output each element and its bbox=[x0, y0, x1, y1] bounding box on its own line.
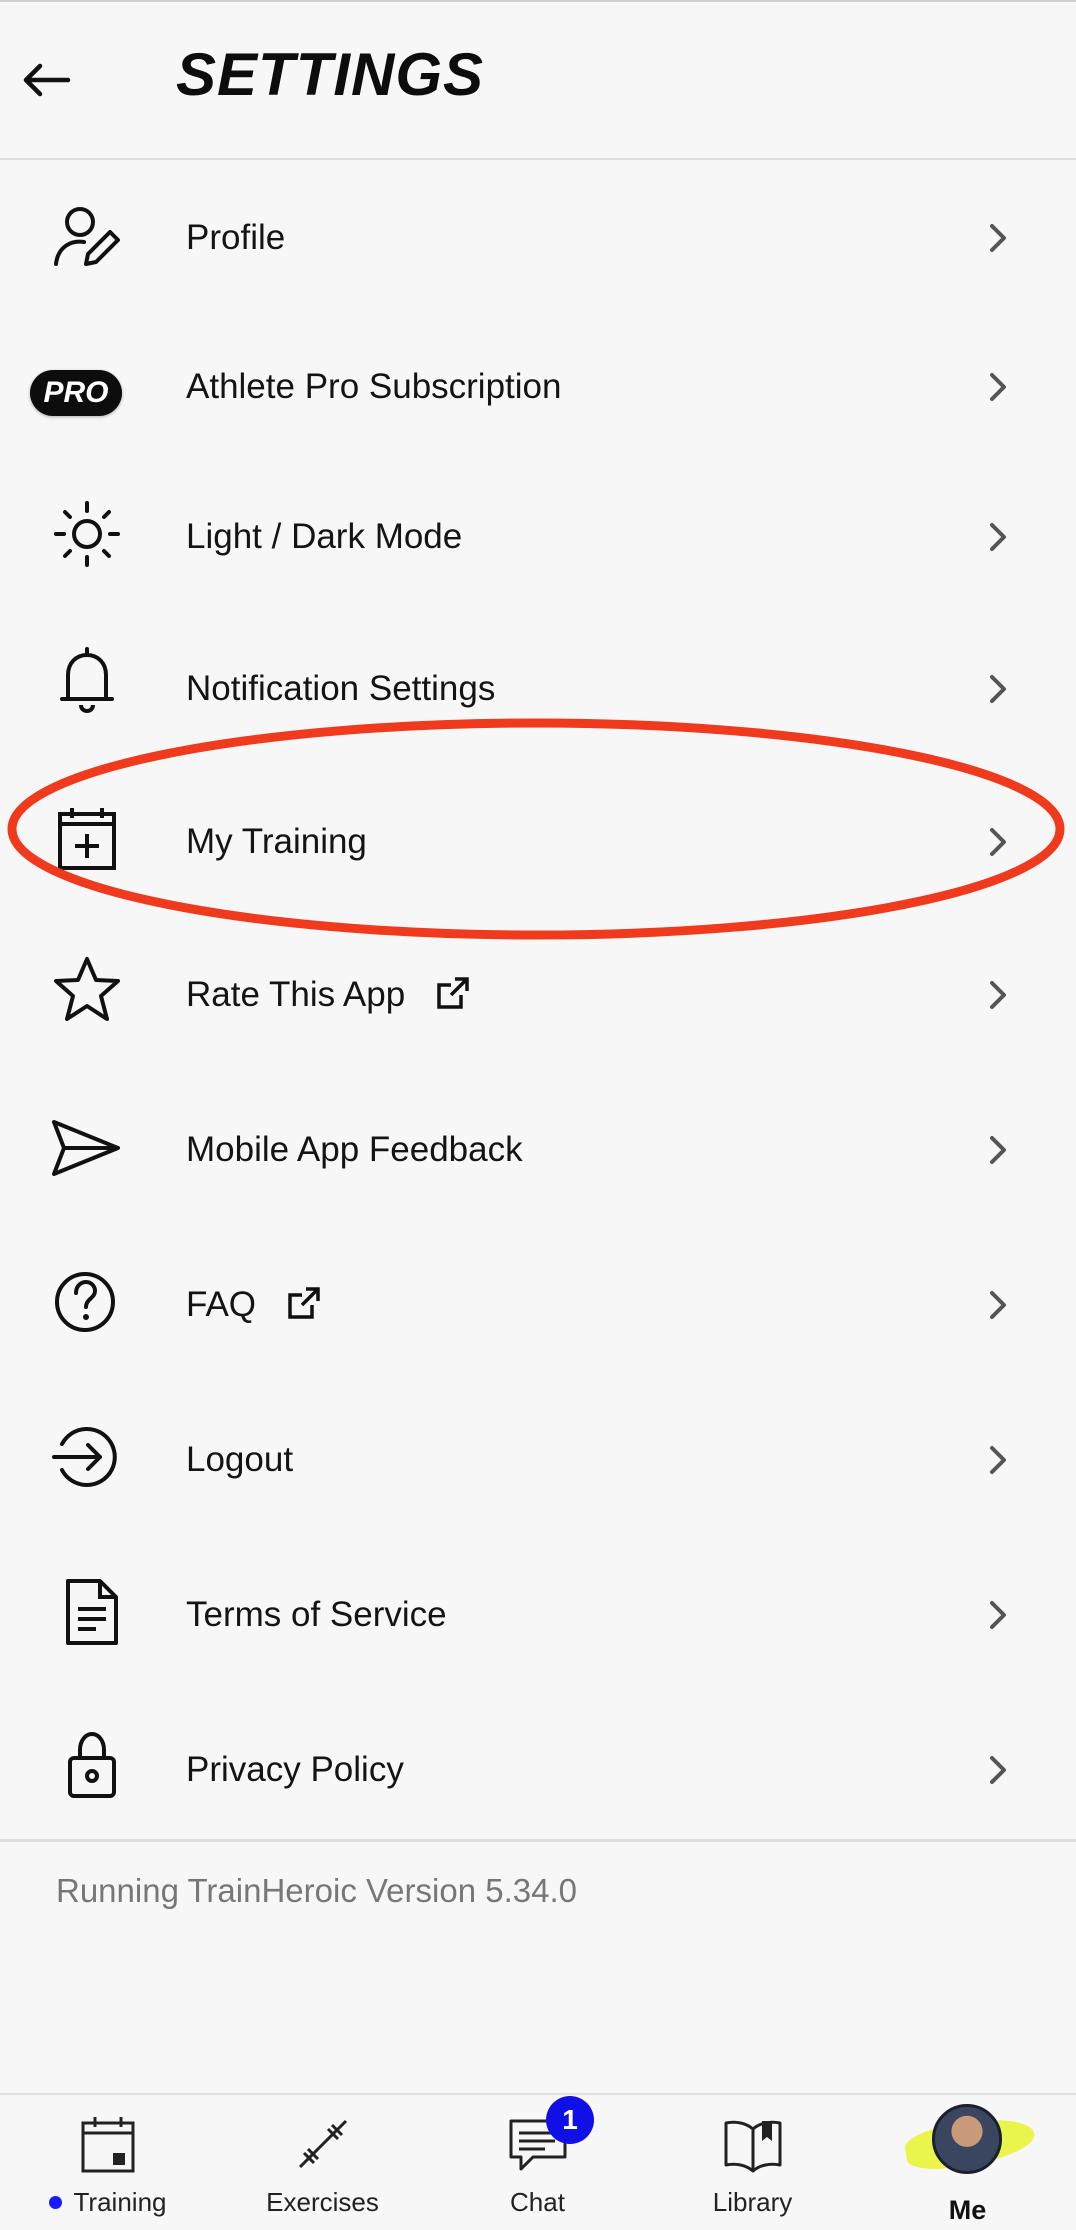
nav-label: Exercises bbox=[266, 2187, 379, 2217]
chevron-right-icon bbox=[990, 675, 1006, 703]
menu-item-label: Privacy Policy bbox=[186, 1750, 404, 1789]
nav-tab-exercises[interactable]: Exercises bbox=[215, 2095, 430, 2230]
menu-item-terms-of-service[interactable]: Terms of Service bbox=[0, 1537, 1076, 1692]
menu-item-my-training[interactable]: My Training bbox=[0, 762, 1076, 917]
nav-label: Me bbox=[948, 2195, 987, 2225]
barbell-icon bbox=[298, 2119, 347, 2169]
logout-icon bbox=[50, 1420, 124, 1494]
menu-item-faq[interactable]: FAQ bbox=[0, 1227, 1076, 1382]
sun-icon bbox=[50, 497, 124, 571]
chevron-right-icon bbox=[990, 1291, 1006, 1319]
divider bbox=[0, 1839, 1076, 1842]
book-icon bbox=[724, 2120, 781, 2173]
menu-item-label: FAQ bbox=[186, 1285, 257, 1324]
avatar-image bbox=[932, 2104, 1002, 2174]
back-button[interactable] bbox=[18, 52, 88, 112]
calendar-add-icon bbox=[54, 802, 128, 876]
menu-item-light-dark-mode[interactable]: Light / Dark Mode bbox=[0, 457, 1076, 607]
calendar-icon bbox=[81, 2117, 134, 2173]
menu-item-label: Logout bbox=[186, 1440, 294, 1479]
external-link-icon bbox=[288, 1287, 320, 1319]
menu-item-label: Rate This App bbox=[186, 975, 406, 1014]
menu-item-notification-settings[interactable]: Notification Settings bbox=[0, 607, 1076, 762]
nav-label: Chat bbox=[510, 2187, 565, 2217]
menu-item-label: My Training bbox=[186, 822, 367, 861]
chevron-right-icon bbox=[990, 1601, 1006, 1629]
nav-tab-library[interactable]: Library bbox=[645, 2095, 860, 2230]
chevron-right-icon bbox=[990, 981, 1006, 1009]
pro-badge-icon: PRO bbox=[30, 370, 122, 416]
bell-icon bbox=[50, 643, 124, 717]
avatar[interactable] bbox=[902, 2100, 1038, 2180]
menu-item-label: Terms of Service bbox=[186, 1595, 447, 1634]
menu-item-mobile-app-feedback[interactable]: Mobile App Feedback bbox=[0, 1072, 1076, 1227]
menu-item-label: Athlete Pro Subscription bbox=[186, 367, 562, 406]
arrow-left-icon bbox=[23, 63, 71, 97]
chevron-right-icon bbox=[990, 1756, 1006, 1784]
external-link-icon bbox=[437, 977, 469, 1009]
nav-label: Library bbox=[712, 2187, 793, 2217]
chevron-right-icon bbox=[990, 828, 1006, 856]
chevron-right-icon bbox=[990, 1446, 1006, 1474]
lock-icon bbox=[58, 1728, 132, 1802]
chevron-right-icon bbox=[990, 224, 1006, 252]
menu-item-label: Light / Dark Mode bbox=[186, 517, 463, 556]
chevron-right-icon bbox=[990, 1136, 1006, 1164]
menu-item-logout[interactable]: Logout bbox=[0, 1382, 1076, 1537]
chevron-right-icon bbox=[990, 523, 1006, 551]
menu-item-label-wrap: Rate This App bbox=[186, 975, 471, 1015]
chevron-right-icon bbox=[990, 373, 1006, 401]
settings-menu: Profile PRO Athlete Pro Subscription Lig… bbox=[0, 160, 1076, 1847]
menu-item-profile[interactable]: Profile bbox=[0, 160, 1076, 315]
menu-item-label: Mobile App Feedback bbox=[186, 1130, 523, 1169]
menu-item-pro-subscription[interactable]: PRO Athlete Pro Subscription bbox=[0, 315, 1076, 457]
menu-item-label: Notification Settings bbox=[186, 669, 496, 708]
help-circle-icon bbox=[50, 1265, 124, 1339]
nav-label: Training bbox=[73, 2187, 167, 2217]
active-dot-icon bbox=[48, 2196, 62, 2209]
star-icon bbox=[50, 953, 124, 1027]
menu-item-rate-this-app[interactable]: Rate This App bbox=[0, 917, 1076, 1072]
menu-item-privacy-policy[interactable]: Privacy Policy bbox=[0, 1692, 1076, 1847]
document-icon bbox=[58, 1575, 132, 1649]
user-edit-icon bbox=[50, 200, 124, 274]
version-text: Running TrainHeroic Version 5.34.0 bbox=[56, 1872, 577, 1909]
menu-item-label-wrap: FAQ bbox=[186, 1285, 322, 1325]
page-title: SETTINGS bbox=[176, 41, 485, 108]
send-icon bbox=[50, 1110, 124, 1184]
chat-unread-badge: 1 bbox=[546, 2096, 594, 2144]
menu-item-label: Profile bbox=[186, 218, 286, 257]
header-bar: SETTINGS bbox=[0, 0, 1076, 160]
nav-tab-chat[interactable]: Chat bbox=[430, 2095, 645, 2230]
nav-tab-training[interactable]: Training bbox=[0, 2095, 215, 2230]
